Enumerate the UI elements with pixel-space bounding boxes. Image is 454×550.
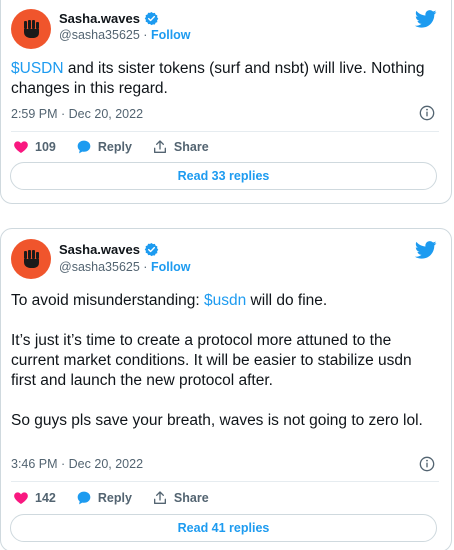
avatar[interactable] — [11, 9, 51, 49]
reply-bubble-icon — [77, 140, 91, 154]
author-name[interactable]: Sasha.waves — [59, 242, 140, 257]
reply-bubble-icon — [77, 491, 91, 505]
author-row: Sasha.waves — [59, 242, 159, 257]
separator-dot: · — [143, 28, 148, 42]
reply-label: Reply — [97, 140, 132, 154]
reply-button[interactable]: Reply — [76, 490, 132, 506]
info-icon[interactable] — [419, 456, 435, 472]
reply-button[interactable]: Reply — [76, 139, 132, 155]
share-icon — [153, 491, 166, 504]
like-button[interactable]: 109 — [13, 139, 56, 155]
tweet-card: Sasha.waves @sasha35625 · Follow $USDN a… — [0, 0, 452, 204]
cashtag-link[interactable]: $USDN — [11, 60, 64, 77]
twitter-bird-icon[interactable] — [415, 241, 437, 259]
action-bar: 109 Reply Share — [13, 139, 229, 155]
tweet-text-prefix: To avoid misunderstanding: — [11, 292, 205, 309]
share-button[interactable]: Share — [152, 490, 209, 506]
heart-icon — [14, 141, 28, 153]
like-count: 109 — [35, 140, 56, 154]
info-icon[interactable] — [419, 105, 435, 121]
verified-badge-icon — [144, 11, 159, 26]
tweet-paragraph: It’s just it’s time to create a protocol… — [11, 332, 412, 389]
like-button[interactable]: 142 — [13, 490, 56, 506]
separator-dot: · — [143, 260, 148, 274]
handle-row: @sasha35625 · Follow — [59, 28, 191, 42]
tweet-text: To avoid misunderstanding: $usdn will do… — [11, 291, 437, 431]
follow-button[interactable]: Follow — [151, 260, 191, 274]
tweet-paragraph: So guys pls save your breath, waves is n… — [11, 412, 423, 429]
author-name[interactable]: Sasha.waves — [59, 11, 140, 26]
divider — [11, 131, 439, 132]
avatar[interactable] — [11, 239, 51, 279]
timestamp[interactable]: 3:46 PM · Dec 20, 2022 — [11, 457, 143, 471]
cashtag-link[interactable]: $usdn — [204, 292, 246, 309]
handle-row: @sasha35625 · Follow — [59, 260, 191, 274]
read-replies-button[interactable]: Read 41 replies — [10, 514, 437, 542]
tweet-text: $USDN and its sister tokens (surf and ns… — [11, 59, 437, 99]
divider — [11, 481, 439, 482]
timestamp[interactable]: 2:59 PM · Dec 20, 2022 — [11, 107, 143, 121]
tweet-text-suffix: will do fine. — [246, 292, 328, 309]
author-handle[interactable]: @sasha35625 — [59, 260, 140, 274]
action-bar: 142 Reply Share — [13, 490, 229, 506]
author-row: Sasha.waves — [59, 11, 159, 26]
share-label: Share — [173, 140, 209, 154]
verified-badge-icon — [144, 242, 159, 257]
read-replies-button[interactable]: Read 33 replies — [10, 162, 437, 190]
like-count: 142 — [35, 491, 56, 505]
fist-icon — [24, 20, 39, 38]
tweet-text-rest: and its sister tokens (surf and nsbt) wi… — [11, 60, 425, 97]
share-icon — [153, 140, 166, 153]
author-handle[interactable]: @sasha35625 — [59, 28, 140, 42]
fist-icon — [24, 250, 39, 268]
follow-button[interactable]: Follow — [151, 28, 191, 42]
heart-icon — [14, 492, 28, 504]
share-label: Share — [173, 491, 209, 505]
share-button[interactable]: Share — [152, 139, 209, 155]
reply-label: Reply — [97, 491, 132, 505]
tweet-card: Sasha.waves @sasha35625 · Follow To avoi… — [0, 228, 452, 550]
twitter-bird-icon[interactable] — [415, 10, 437, 28]
